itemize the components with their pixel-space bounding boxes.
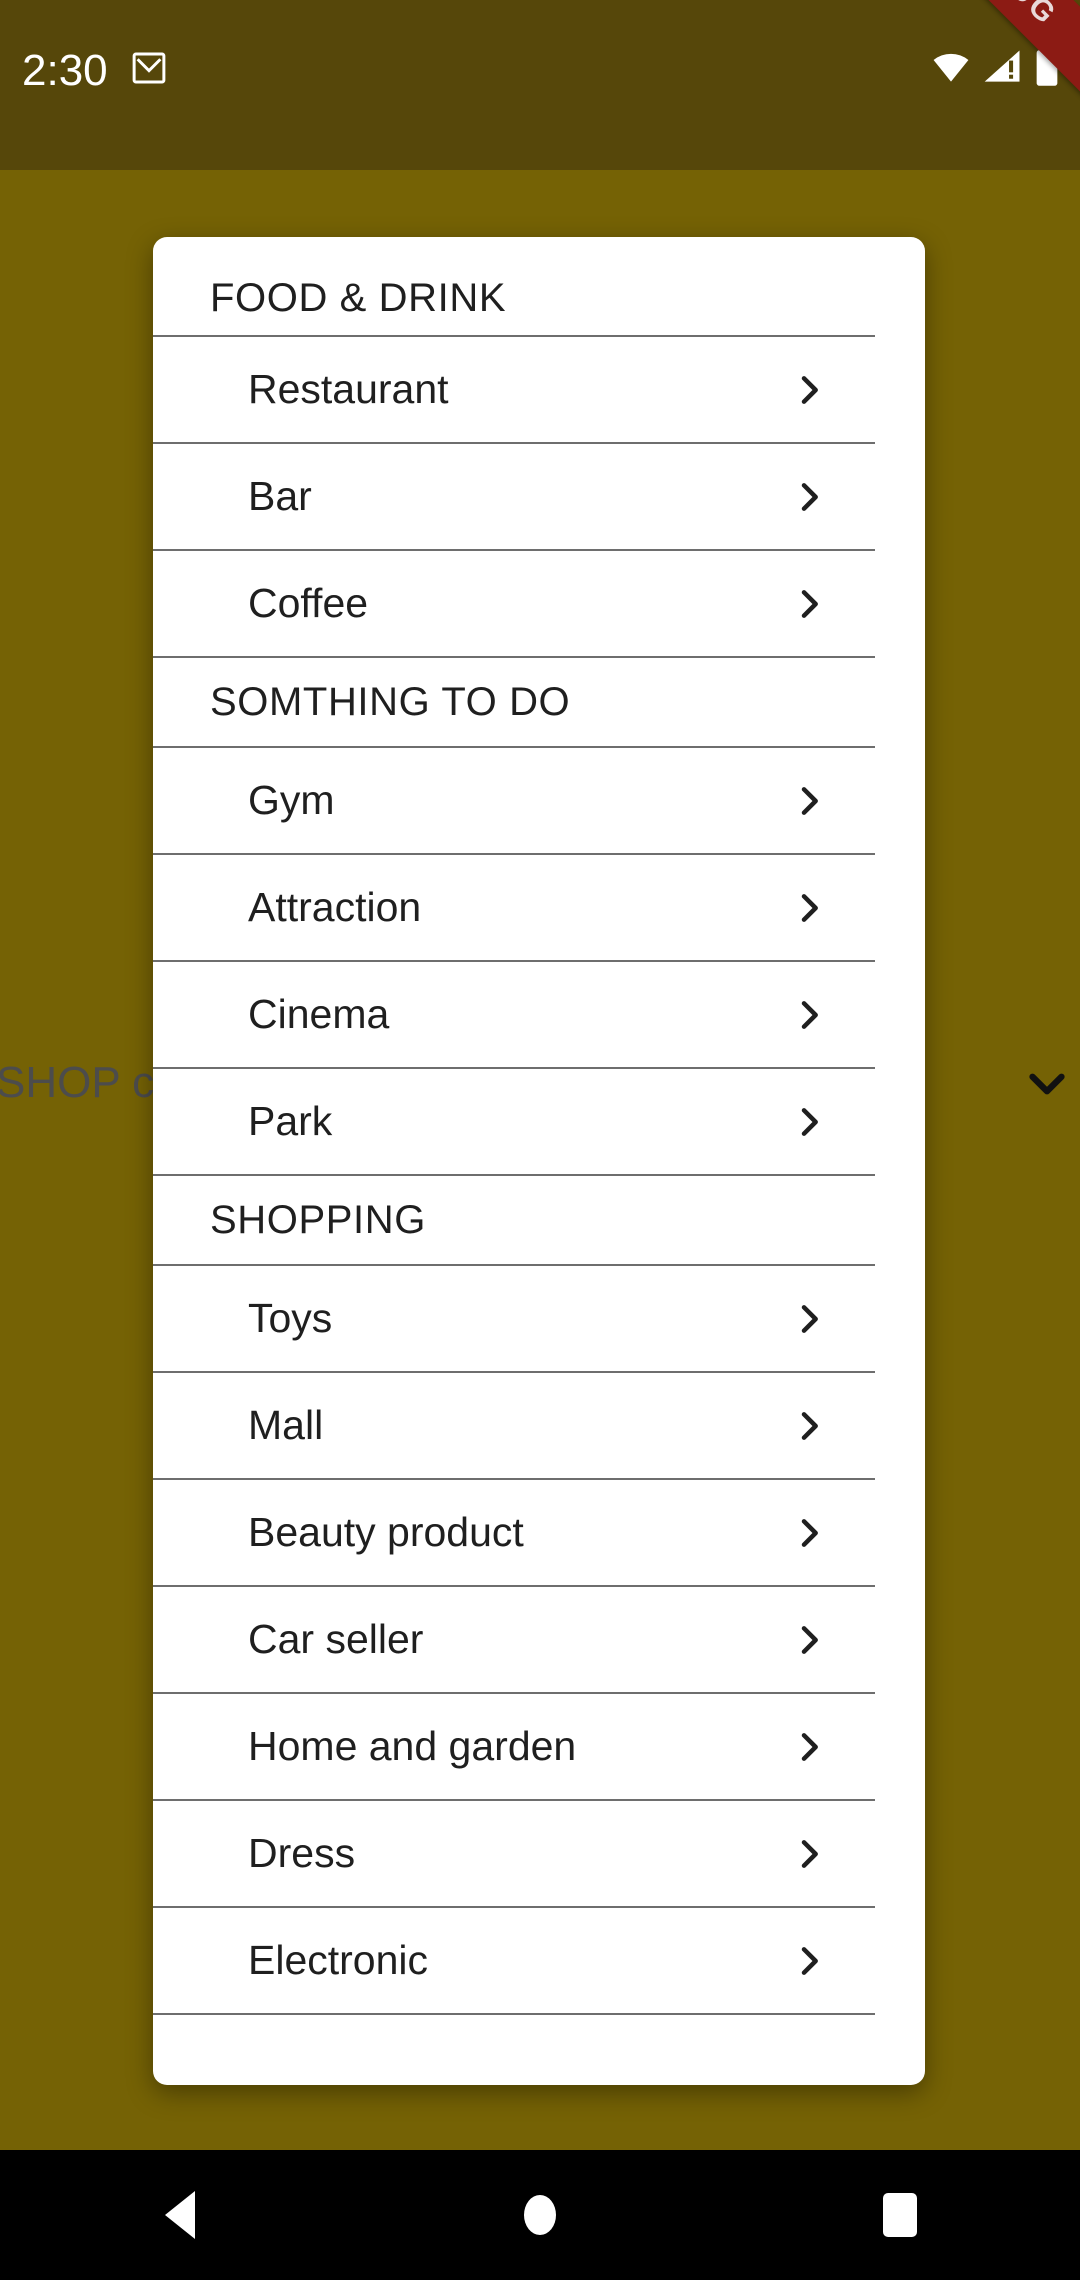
section-header: FOOD & DRINK <box>153 237 875 337</box>
back-button[interactable] <box>110 2150 250 2280</box>
list-item-label: Home and garden <box>248 1723 577 1769</box>
android-navigation-bar <box>0 2150 1080 2280</box>
chevron-right-icon[interactable] <box>789 1099 829 1145</box>
section-header: SOMTHING TO DO <box>153 658 875 748</box>
section-header-label: SHOPPING <box>210 1197 426 1242</box>
chevron-right-icon[interactable] <box>789 1938 829 1984</box>
chevron-right-icon[interactable] <box>789 1510 829 1556</box>
list-item-label: Restaurant <box>248 366 449 412</box>
category-card: FOOD & DRINK Restaurant Bar Coffee SOMTHING … <box>153 237 925 2085</box>
list-item[interactable]: Coffee <box>153 551 875 658</box>
chevron-right-icon[interactable] <box>789 778 829 824</box>
section-header: SHOPPING <box>153 1176 875 1266</box>
status-bar-clock: 2:30 <box>22 46 108 95</box>
chevron-right-icon[interactable] <box>789 581 829 627</box>
list-item-label: Coffee <box>248 580 369 626</box>
cell-signal-warning-icon <box>980 45 1026 89</box>
status-bar: 2:30 DEBUG <box>0 0 1080 170</box>
chevron-right-icon[interactable] <box>789 1831 829 1877</box>
home-button[interactable] <box>470 2150 610 2280</box>
section-header-label: FOOD & DRINK <box>210 276 507 320</box>
section-header-label: SOMTHING TO DO <box>210 679 571 724</box>
mail-icon <box>128 47 170 89</box>
list-item[interactable]: Toys <box>153 1266 875 1373</box>
debug-ribbon-label: DEBUG <box>950 0 1064 33</box>
list-item-label: Cinema <box>248 991 390 1037</box>
chevron-right-icon[interactable] <box>789 885 829 931</box>
list-item[interactable]: Cinema <box>153 962 875 1069</box>
chevron-right-icon[interactable] <box>789 1617 829 1663</box>
circle-icon <box>524 2195 556 2235</box>
list-item-label: Electronic <box>248 1937 429 1983</box>
chevron-right-icon[interactable] <box>789 367 829 413</box>
chevron-right-icon[interactable] <box>789 992 829 1038</box>
list-item[interactable]: Beauty product <box>153 1480 875 1587</box>
list-item[interactable]: Attraction <box>153 855 875 962</box>
list-item-label: Toys <box>248 1295 333 1341</box>
recents-button[interactable] <box>830 2150 970 2280</box>
chevron-right-icon[interactable] <box>789 1724 829 1770</box>
list-item-label: Beauty product <box>248 1509 524 1555</box>
list-item[interactable]: Electronic <box>153 1908 875 2015</box>
chevron-right-icon[interactable] <box>789 1296 829 1342</box>
list-item[interactable]: Bar <box>153 444 875 551</box>
list-item[interactable]: Park <box>153 1069 875 1176</box>
list-item[interactable]: Home and garden <box>153 1694 875 1801</box>
chevron-right-icon[interactable] <box>789 474 829 520</box>
list-item[interactable]: Mall <box>153 1373 875 1480</box>
list-item[interactable]: Gym <box>153 748 875 855</box>
list-item-label: Park <box>248 1098 333 1144</box>
list-item-label: Car seller <box>248 1616 424 1662</box>
category-list: FOOD & DRINK Restaurant Bar Coffee SOMTHING … <box>153 237 925 2015</box>
background-shop-text: SHOP ca <box>0 1058 179 1107</box>
list-item-label: Bar <box>248 473 312 519</box>
square-icon <box>883 2193 917 2237</box>
list-item-label: Dress <box>248 1830 356 1876</box>
list-item[interactable]: Car seller <box>153 1587 875 1694</box>
list-item[interactable]: Restaurant <box>153 337 875 444</box>
list-item-label: Gym <box>248 777 335 823</box>
chevron-right-icon[interactable] <box>789 1403 829 1449</box>
wifi-icon <box>928 45 974 89</box>
list-item-label: Attraction <box>248 884 422 930</box>
list-item-label: Mall <box>248 1402 324 1448</box>
chevron-down-icon[interactable] <box>1018 1055 1076 1113</box>
list-item[interactable]: Dress <box>153 1801 875 1908</box>
triangle-left-icon <box>165 2191 195 2239</box>
